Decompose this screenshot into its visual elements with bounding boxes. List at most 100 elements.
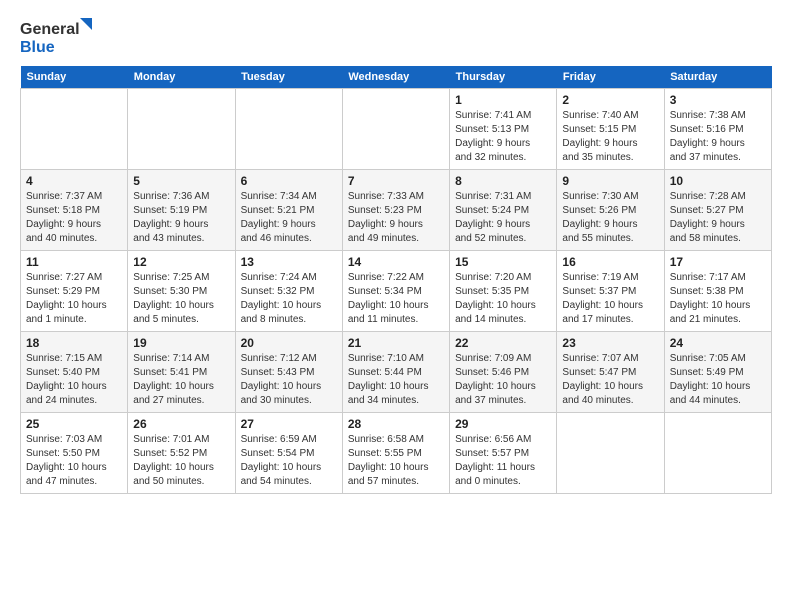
day-info: Sunrise: 7:03 AMSunset: 5:50 PMDaylight:… <box>26 433 122 489</box>
day-info: Sunrise: 7:01 AMSunset: 5:52 PMDaylight:… <box>133 433 229 489</box>
day-number: 7 <box>348 174 444 188</box>
calendar-cell: 8Sunrise: 7:31 AMSunset: 5:24 PMDaylight… <box>450 170 557 251</box>
calendar-cell: 27 Sunrise: 6:59 AMSunset: 5:54 PMDayligh… <box>235 413 342 494</box>
day-header-wednesday: Wednesday <box>342 66 449 89</box>
calendar-cell: 28 Sunrise: 6:58 AMSunset: 5:55 PMDayligh… <box>342 413 449 494</box>
week-row-0: 1 Sunrise: 7:41 AMSunset: 5:13 PMDaylight… <box>21 89 772 170</box>
day-number: 14 <box>348 255 444 269</box>
day-number: 3 <box>670 93 766 107</box>
calendar-cell: 17 Sunrise: 7:17 AMSunset: 5:38 PMDayligh… <box>664 251 771 332</box>
calendar-cell: 24 Sunrise: 7:05 AMSunset: 5:49 PMDayligh… <box>664 332 771 413</box>
day-info: Sunrise: 7:41 AMSunset: 5:13 PMDaylight:… <box>455 109 551 165</box>
day-number: 9 <box>562 174 658 188</box>
day-number: 26 <box>133 417 229 431</box>
day-info: Sunrise: 7:22 AMSunset: 5:34 PMDaylight:… <box>348 271 444 327</box>
day-info: Sunrise: 7:19 AMSunset: 5:37 PMDaylight:… <box>562 271 658 327</box>
calendar-cell: 15Sunrise: 7:20 AMSunset: 5:35 PMDayligh… <box>450 251 557 332</box>
day-info: Sunrise: 7:40 AMSunset: 5:15 PMDaylight:… <box>562 109 658 165</box>
calendar-cell: 22 Sunrise: 7:09 AMSunset: 5:46 PMDayligh… <box>450 332 557 413</box>
day-number: 24 <box>670 336 766 350</box>
day-info: Sunrise: 7:34 AMSunset: 5:21 PMDaylight:… <box>241 190 337 246</box>
calendar-cell: 5 Sunrise: 7:36 AMSunset: 5:19 PMDaylight… <box>128 170 235 251</box>
page: GeneralBlue SundayMondayTuesdayWednesday… <box>0 0 792 612</box>
day-number: 27 <box>241 417 337 431</box>
day-number: 16 <box>562 255 658 269</box>
day-number: 1 <box>455 93 551 107</box>
calendar-cell: 26 Sunrise: 7:01 AMSunset: 5:52 PMDayligh… <box>128 413 235 494</box>
calendar-cell: 6 Sunrise: 7:34 AMSunset: 5:21 PMDaylight… <box>235 170 342 251</box>
week-row-3: 18Sunrise: 7:15 AMSunset: 5:40 PMDayligh… <box>21 332 772 413</box>
calendar-cell: 1 Sunrise: 7:41 AMSunset: 5:13 PMDaylight… <box>450 89 557 170</box>
week-row-4: 25 Sunrise: 7:03 AMSunset: 5:50 PMDayligh… <box>21 413 772 494</box>
day-number: 15 <box>455 255 551 269</box>
day-number: 29 <box>455 417 551 431</box>
day-info: Sunrise: 7:10 AMSunset: 5:44 PMDaylight:… <box>348 352 444 408</box>
day-number: 8 <box>455 174 551 188</box>
calendar-cell: 20 Sunrise: 7:12 AMSunset: 5:43 PMDayligh… <box>235 332 342 413</box>
calendar-cell: 14 Sunrise: 7:22 AMSunset: 5:34 PMDayligh… <box>342 251 449 332</box>
calendar-cell: 7 Sunrise: 7:33 AMSunset: 5:23 PMDaylight… <box>342 170 449 251</box>
calendar-cell <box>128 89 235 170</box>
calendar-cell: 4 Sunrise: 7:37 AMSunset: 5:18 PMDaylight… <box>21 170 128 251</box>
day-number: 13 <box>241 255 337 269</box>
day-info: Sunrise: 7:30 AMSunset: 5:26 PMDaylight:… <box>562 190 658 246</box>
day-info: Sunrise: 7:12 AMSunset: 5:43 PMDaylight:… <box>241 352 337 408</box>
day-number: 12 <box>133 255 229 269</box>
calendar-cell: 12 Sunrise: 7:25 AMSunset: 5:30 PMDayligh… <box>128 251 235 332</box>
day-info: Sunrise: 7:05 AMSunset: 5:49 PMDaylight:… <box>670 352 766 408</box>
day-info: Sunrise: 7:17 AMSunset: 5:38 PMDaylight:… <box>670 271 766 327</box>
calendar-cell: 9 Sunrise: 7:30 AMSunset: 5:26 PMDaylight… <box>557 170 664 251</box>
week-row-2: 11 Sunrise: 7:27 AMSunset: 5:29 PMDayligh… <box>21 251 772 332</box>
calendar-cell: 21 Sunrise: 7:10 AMSunset: 5:44 PMDayligh… <box>342 332 449 413</box>
day-info: Sunrise: 7:38 AMSunset: 5:16 PMDaylight:… <box>670 109 766 165</box>
day-number: 21 <box>348 336 444 350</box>
day-header-friday: Friday <box>557 66 664 89</box>
day-info: Sunrise: 7:33 AMSunset: 5:23 PMDaylight:… <box>348 190 444 246</box>
day-info: Sunrise: 7:07 AMSunset: 5:47 PMDaylight:… <box>562 352 658 408</box>
day-number: 25 <box>26 417 122 431</box>
day-info: Sunrise: 7:37 AMSunset: 5:18 PMDaylight:… <box>26 190 122 246</box>
svg-text:Blue: Blue <box>20 39 55 56</box>
calendar-cell <box>21 89 128 170</box>
day-info: Sunrise: 7:36 AMSunset: 5:19 PMDaylight:… <box>133 190 229 246</box>
day-header-saturday: Saturday <box>664 66 771 89</box>
calendar-cell <box>557 413 664 494</box>
calendar-cell: 19Sunrise: 7:14 AMSunset: 5:41 PMDayligh… <box>128 332 235 413</box>
day-number: 17 <box>670 255 766 269</box>
calendar-cell: 18Sunrise: 7:15 AMSunset: 5:40 PMDayligh… <box>21 332 128 413</box>
day-info: Sunrise: 6:59 AMSunset: 5:54 PMDaylight:… <box>241 433 337 489</box>
day-info: Sunrise: 7:27 AMSunset: 5:29 PMDaylight:… <box>26 271 122 327</box>
day-number: 23 <box>562 336 658 350</box>
calendar-cell <box>664 413 771 494</box>
logo: GeneralBlue <box>20 16 100 56</box>
day-number: 4 <box>26 174 122 188</box>
calendar-cell: 13 Sunrise: 7:24 AMSunset: 5:32 PMDayligh… <box>235 251 342 332</box>
calendar-cell: 23 Sunrise: 7:07 AMSunset: 5:47 PMDayligh… <box>557 332 664 413</box>
day-info: Sunrise: 7:28 AMSunset: 5:27 PMDaylight:… <box>670 190 766 246</box>
svg-text:General: General <box>20 21 80 38</box>
day-number: 6 <box>241 174 337 188</box>
calendar-cell: 25 Sunrise: 7:03 AMSunset: 5:50 PMDayligh… <box>21 413 128 494</box>
day-info: Sunrise: 7:24 AMSunset: 5:32 PMDaylight:… <box>241 271 337 327</box>
day-info: Sunrise: 7:25 AMSunset: 5:30 PMDaylight:… <box>133 271 229 327</box>
week-row-1: 4 Sunrise: 7:37 AMSunset: 5:18 PMDaylight… <box>21 170 772 251</box>
day-info: Sunrise: 6:56 AMSunset: 5:57 PMDaylight:… <box>455 433 551 489</box>
calendar-table: SundayMondayTuesdayWednesdayThursdayFrid… <box>20 66 772 494</box>
day-header-tuesday: Tuesday <box>235 66 342 89</box>
day-number: 5 <box>133 174 229 188</box>
day-number: 18 <box>26 336 122 350</box>
calendar-cell: 3 Sunrise: 7:38 AMSunset: 5:16 PMDaylight… <box>664 89 771 170</box>
day-number: 22 <box>455 336 551 350</box>
day-info: Sunrise: 7:09 AMSunset: 5:46 PMDaylight:… <box>455 352 551 408</box>
calendar-cell: 10 Sunrise: 7:28 AMSunset: 5:27 PMDayligh… <box>664 170 771 251</box>
day-header-monday: Monday <box>128 66 235 89</box>
day-number: 10 <box>670 174 766 188</box>
day-number: 20 <box>241 336 337 350</box>
day-header-thursday: Thursday <box>450 66 557 89</box>
day-info: Sunrise: 7:14 AMSunset: 5:41 PMDaylight:… <box>133 352 229 408</box>
day-info: Sunrise: 6:58 AMSunset: 5:55 PMDaylight:… <box>348 433 444 489</box>
day-number: 11 <box>26 255 122 269</box>
day-number: 28 <box>348 417 444 431</box>
calendar-cell: 16 Sunrise: 7:19 AMSunset: 5:37 PMDayligh… <box>557 251 664 332</box>
calendar-cell: 2Sunrise: 7:40 AMSunset: 5:15 PMDaylight… <box>557 89 664 170</box>
